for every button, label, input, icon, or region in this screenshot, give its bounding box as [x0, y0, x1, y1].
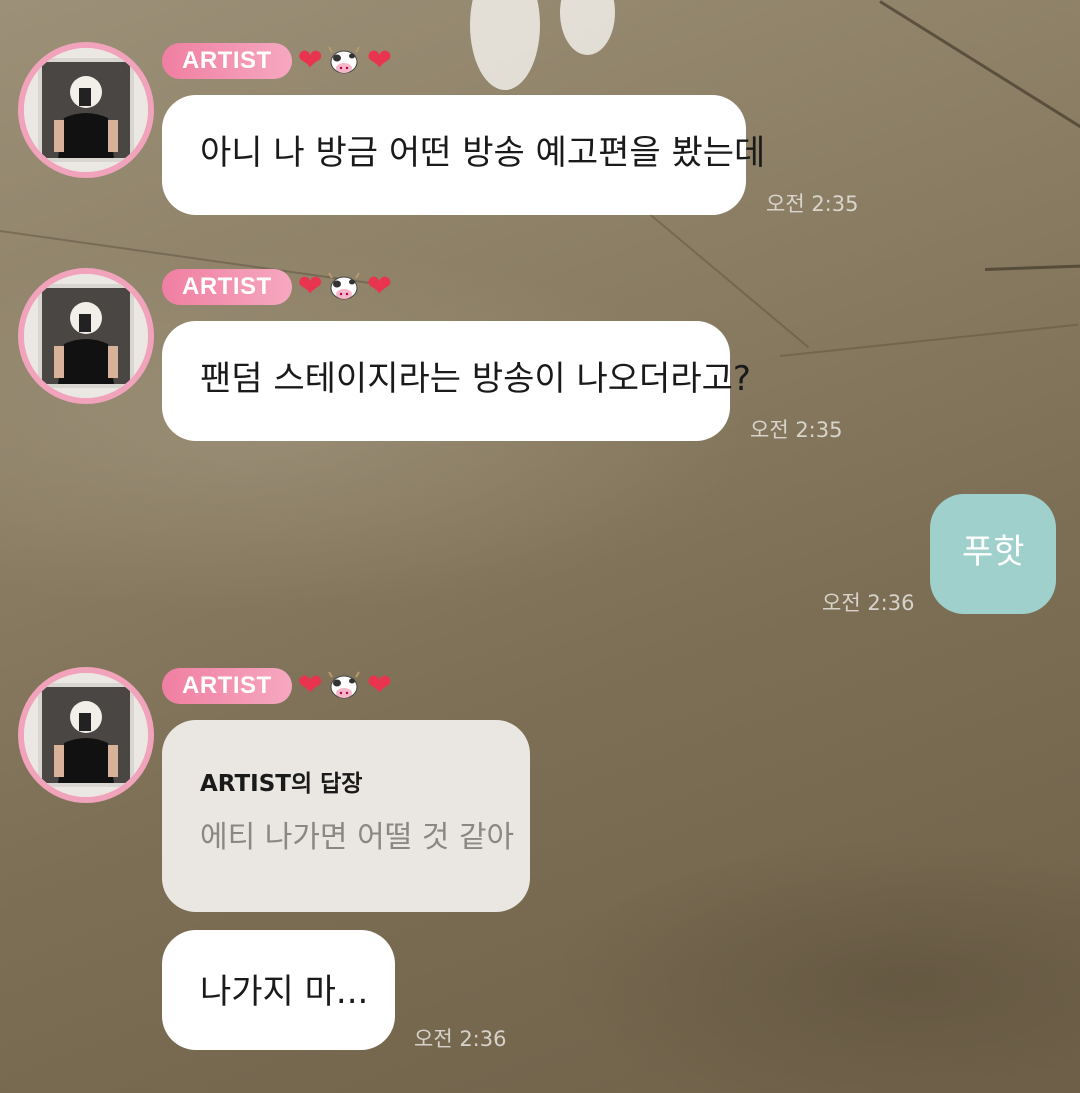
reply-title: ARTIST의 답장: [200, 771, 363, 797]
artist-avatar[interactable]: [18, 42, 154, 178]
cow-icon: [327, 272, 360, 300]
artist-badge: ARTIST: [162, 43, 292, 79]
heart-icon: ❤: [366, 43, 392, 78]
profile-photo: [24, 673, 148, 797]
message-text: 푸핫: [962, 532, 1025, 572]
message-bubble[interactable]: 아니 나 방금 어떤 방송 예고편을 봤는데: [162, 95, 765, 215]
message-bubble[interactable]: 팬덤 스테이지라는 방송이 나오더라고?: [162, 321, 751, 441]
message-timestamp: 오전 2:35: [750, 418, 843, 442]
reply-bubble[interactable]: ARTIST의 답장 에티 나가면 어떨 것 같아: [162, 720, 530, 912]
artist-badge: ARTIST: [162, 269, 292, 305]
heart-icon: ❤: [297, 668, 323, 703]
artist-avatar[interactable]: [18, 667, 154, 803]
message-text: 팬덤 스테이지라는 방송이 나오더라고?: [200, 359, 751, 399]
heart-icon: ❤: [297, 269, 323, 304]
message-timestamp: 오전 2:36: [414, 1027, 507, 1051]
sender-name-row: ARTIST ❤ ❤: [162, 269, 392, 305]
message-timestamp: 오전 2:35: [766, 192, 859, 216]
background-figure: [560, 0, 615, 55]
heart-icon: ❤: [297, 43, 323, 78]
sender-name-row: ARTIST ❤ ❤: [162, 668, 392, 704]
message-bubble[interactable]: 나가지 마...: [162, 930, 395, 1050]
message-timestamp: 오전 2:36: [822, 591, 915, 615]
heart-icon: ❤: [366, 668, 392, 703]
my-message-bubble[interactable]: 푸핫: [930, 494, 1056, 614]
cow-icon: [327, 671, 360, 699]
artist-badge: ARTIST: [162, 668, 292, 704]
background-crack: [779, 323, 1079, 357]
message-text: 나가지 마...: [200, 972, 369, 1012]
reply-quote: 에티 나가면 어떨 것 같아: [200, 820, 515, 855]
background-crack: [984, 264, 1080, 271]
background-crack: [879, 0, 1080, 141]
profile-photo: [24, 48, 148, 172]
message-text: 아니 나 방금 어떤 방송 예고편을 봤는데: [200, 133, 766, 173]
background-figure: [470, 0, 540, 90]
sender-name-row: ARTIST ❤ ❤: [162, 43, 392, 79]
cow-icon: [327, 46, 360, 74]
profile-photo: [24, 274, 148, 398]
artist-avatar[interactable]: [18, 268, 154, 404]
heart-icon: ❤: [366, 269, 392, 304]
